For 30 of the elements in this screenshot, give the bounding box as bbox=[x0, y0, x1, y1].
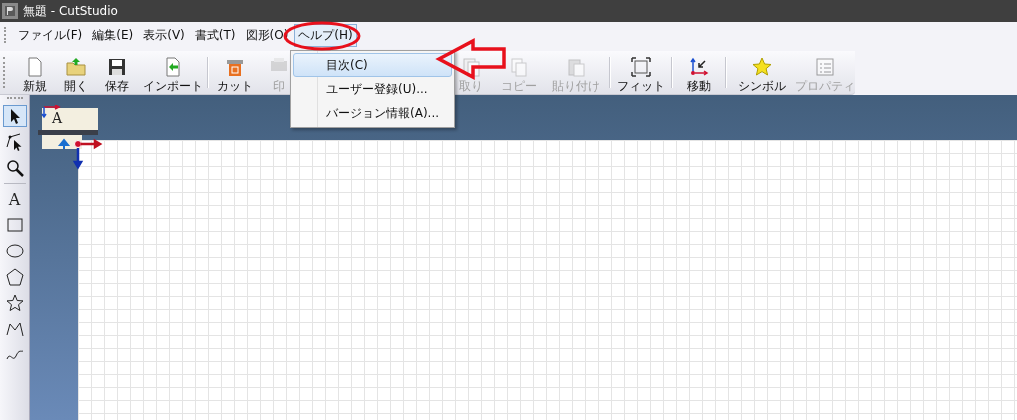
origin-marker-drawing[interactable]: A bbox=[40, 105, 110, 173]
arrows-icon bbox=[689, 57, 709, 77]
cut-plot-button[interactable]: カット bbox=[210, 51, 259, 94]
folder-icon bbox=[65, 57, 86, 77]
import-button[interactable]: インポート bbox=[140, 51, 205, 94]
plotter-icon bbox=[224, 57, 245, 77]
fit-button[interactable]: フィット bbox=[613, 51, 670, 94]
move-button[interactable]: 移動 bbox=[675, 51, 723, 94]
frame-icon bbox=[631, 57, 652, 77]
new-button[interactable]: 新規 bbox=[10, 51, 59, 94]
menu-item[interactable]: 表示(V) bbox=[139, 23, 189, 47]
app-logo-icon bbox=[2, 3, 18, 19]
menu-item[interactable]: 書式(T) bbox=[190, 23, 240, 47]
list-icon bbox=[815, 57, 835, 77]
menu-item[interactable]: 目次(C) bbox=[293, 53, 452, 77]
arrow-pointer-icon[interactable] bbox=[2, 105, 27, 127]
cut-icon bbox=[461, 57, 482, 77]
star-icon bbox=[752, 57, 772, 77]
text-tool[interactable]: A bbox=[2, 188, 27, 210]
clipboard-icon bbox=[566, 57, 587, 77]
menu-item[interactable]: 編集(E) bbox=[88, 23, 138, 47]
floppy-icon bbox=[106, 57, 127, 77]
window-title: 無題 - CutStudio bbox=[23, 2, 118, 20]
save-button[interactable]: 保存 bbox=[92, 51, 141, 94]
symbol-button[interactable]: シンボル bbox=[729, 51, 795, 94]
menu-item[interactable]: ファイル(F) bbox=[14, 23, 87, 47]
copy-icon bbox=[509, 57, 530, 77]
menu-item[interactable]: バージョン情報(A)... bbox=[293, 101, 452, 125]
open-button[interactable]: 開く bbox=[58, 51, 93, 94]
pointer-arrow bbox=[435, 38, 506, 80]
